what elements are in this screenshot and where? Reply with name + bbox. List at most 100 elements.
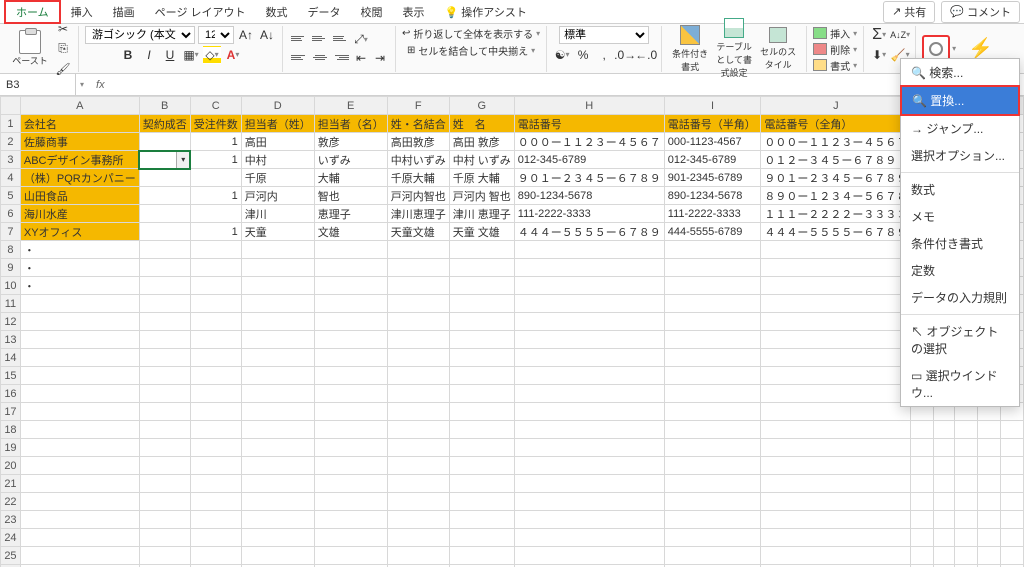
- namebox-dropdown-icon[interactable]: ▾: [76, 80, 88, 89]
- menu-item-5[interactable]: メモ: [901, 203, 1019, 230]
- col-header-F[interactable]: F: [387, 97, 449, 115]
- cell-G11[interactable]: [449, 295, 514, 313]
- cell-A3[interactable]: ABCデザイン事務所: [20, 151, 139, 169]
- cell-G22[interactable]: [449, 493, 514, 511]
- cell-B18[interactable]: [139, 421, 190, 439]
- cell-D19[interactable]: [241, 439, 314, 457]
- cell-J2[interactable]: ０００ー１１２３ー４５６７: [761, 133, 911, 151]
- cell-A9[interactable]: ・: [20, 259, 139, 277]
- cell-I13[interactable]: [664, 331, 761, 349]
- cell-C22[interactable]: [190, 493, 241, 511]
- cell-B5[interactable]: [139, 187, 190, 205]
- cell-K22[interactable]: [911, 493, 933, 511]
- delete-cells-button[interactable]: 削除▾: [813, 42, 857, 57]
- cell-G5[interactable]: 戸河内 智也: [449, 187, 514, 205]
- cell-D14[interactable]: [241, 349, 314, 367]
- comma-button[interactable]: ,: [595, 46, 613, 64]
- cell-F7[interactable]: 天童文雄: [387, 223, 449, 241]
- cell-C5[interactable]: 1: [190, 187, 241, 205]
- cell-I1[interactable]: 電話番号（半角）: [664, 115, 761, 133]
- decrease-indent-button[interactable]: ⇤: [352, 49, 370, 67]
- cell-B13[interactable]: [139, 331, 190, 349]
- paste-button[interactable]: ペースト: [10, 30, 50, 67]
- cell-N19[interactable]: [978, 439, 1001, 457]
- cell-D7[interactable]: 天童: [241, 223, 314, 241]
- cell-F13[interactable]: [387, 331, 449, 349]
- cell-F9[interactable]: [387, 259, 449, 277]
- cell-B24[interactable]: [139, 529, 190, 547]
- cell-A23[interactable]: [20, 511, 139, 529]
- cell-D16[interactable]: [241, 385, 314, 403]
- cell-C1[interactable]: 受注件数: [190, 115, 241, 133]
- tab-data[interactable]: データ: [298, 2, 351, 22]
- cell-F19[interactable]: [387, 439, 449, 457]
- cell-E3[interactable]: いずみ: [314, 151, 387, 169]
- cell-H3[interactable]: 012-345-6789: [514, 151, 664, 169]
- underline-button[interactable]: U: [161, 46, 179, 64]
- cell-A11[interactable]: [20, 295, 139, 313]
- cell-D10[interactable]: [241, 277, 314, 295]
- col-header-H[interactable]: H: [514, 97, 664, 115]
- copy-button[interactable]: ⎘: [54, 40, 72, 58]
- cell-G18[interactable]: [449, 421, 514, 439]
- increase-decimal-button[interactable]: .0→: [616, 46, 634, 64]
- row-header-6[interactable]: 6: [1, 205, 21, 223]
- cell-E24[interactable]: [314, 529, 387, 547]
- cell-E17[interactable]: [314, 403, 387, 421]
- cell-J23[interactable]: [761, 511, 911, 529]
- cell-B9[interactable]: [139, 259, 190, 277]
- cell-B12[interactable]: [139, 313, 190, 331]
- menu-item-0[interactable]: 🔍 検索...: [901, 59, 1019, 86]
- row-header-14[interactable]: 14: [1, 349, 21, 367]
- cell-E10[interactable]: [314, 277, 387, 295]
- cell-O24[interactable]: [1000, 529, 1023, 547]
- align-center-button[interactable]: [310, 49, 330, 65]
- cell-C3[interactable]: 1: [190, 151, 241, 169]
- cut-button[interactable]: ✂: [54, 20, 72, 38]
- cell-C19[interactable]: [190, 439, 241, 457]
- cell-J15[interactable]: [761, 367, 911, 385]
- cell-H23[interactable]: [514, 511, 664, 529]
- cell-G9[interactable]: [449, 259, 514, 277]
- cell-F20[interactable]: [387, 457, 449, 475]
- cell-I2[interactable]: 000-1123-4567: [664, 133, 761, 151]
- cell-G7[interactable]: 天童 文雄: [449, 223, 514, 241]
- cell-M21[interactable]: [954, 475, 978, 493]
- cell-B19[interactable]: [139, 439, 190, 457]
- row-header-12[interactable]: 12: [1, 313, 21, 331]
- share-button[interactable]: ↗ 共有: [883, 1, 935, 23]
- align-top-button[interactable]: [289, 30, 309, 46]
- fill-color-button[interactable]: ◇▾: [203, 46, 221, 64]
- cell-K21[interactable]: [911, 475, 933, 493]
- cell-E20[interactable]: [314, 457, 387, 475]
- cell-G2[interactable]: 高田 敦彦: [449, 133, 514, 151]
- row-header-1[interactable]: 1: [1, 115, 21, 133]
- cell-I10[interactable]: [664, 277, 761, 295]
- tell-me[interactable]: 💡 操作アシスト: [435, 2, 537, 22]
- cell-F25[interactable]: [387, 547, 449, 565]
- cell-E6[interactable]: 恵理子: [314, 205, 387, 223]
- col-header-B[interactable]: B: [139, 97, 190, 115]
- menu-item-7[interactable]: 定数: [901, 257, 1019, 284]
- cell-G25[interactable]: [449, 547, 514, 565]
- cell-styles-button[interactable]: セルのスタイル: [756, 27, 800, 71]
- cell-I7[interactable]: 444-5555-6789: [664, 223, 761, 241]
- cell-E2[interactable]: 敦彦: [314, 133, 387, 151]
- cell-E5[interactable]: 智也: [314, 187, 387, 205]
- cell-J21[interactable]: [761, 475, 911, 493]
- cell-C24[interactable]: [190, 529, 241, 547]
- cell-B25[interactable]: [139, 547, 190, 565]
- cell-K23[interactable]: [911, 511, 933, 529]
- format-cells-button[interactable]: 書式▾: [813, 58, 857, 73]
- cell-N24[interactable]: [978, 529, 1001, 547]
- cell-J4[interactable]: ９０１ー２３４５ー６７８９: [761, 169, 911, 187]
- cell-F2[interactable]: 高田敦彦: [387, 133, 449, 151]
- cell-H24[interactable]: [514, 529, 664, 547]
- cell-K18[interactable]: [911, 421, 933, 439]
- cell-E16[interactable]: [314, 385, 387, 403]
- cell-I19[interactable]: [664, 439, 761, 457]
- cell-H15[interactable]: [514, 367, 664, 385]
- cell-F18[interactable]: [387, 421, 449, 439]
- row-header-4[interactable]: 4: [1, 169, 21, 187]
- cell-D23[interactable]: [241, 511, 314, 529]
